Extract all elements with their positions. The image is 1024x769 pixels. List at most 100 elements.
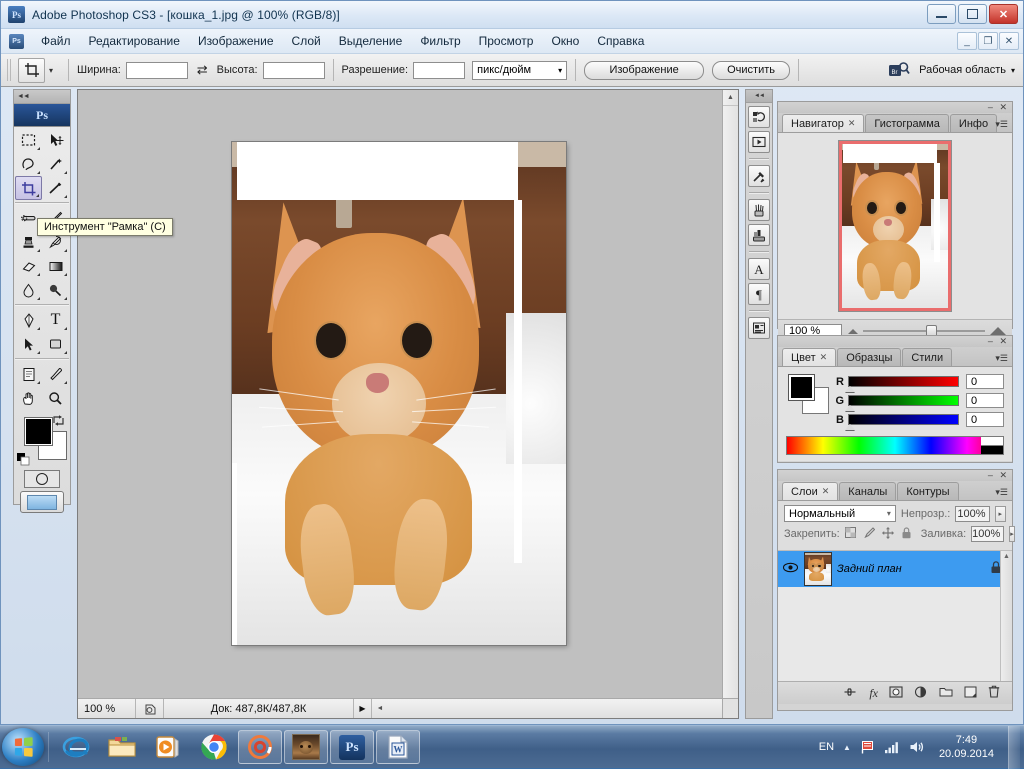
notes-tool[interactable] xyxy=(15,362,42,386)
tab-navigator[interactable]: Навигатор ✕ xyxy=(782,114,865,132)
color-panel-menu-icon[interactable]: ▾☰ xyxy=(995,353,1008,364)
layers-close-button[interactable]: ✕ xyxy=(999,470,1009,480)
default-colors-icon[interactable] xyxy=(17,453,30,466)
delete-layer-icon[interactable] xyxy=(988,685,1000,701)
table-row[interactable]: Задний план xyxy=(778,551,1012,587)
clock[interactable]: 7:49 20.09.2014 xyxy=(934,733,999,761)
foreground-color-swatch[interactable] xyxy=(24,417,53,446)
resize-corner[interactable] xyxy=(722,698,738,718)
chrome-icon[interactable] xyxy=(192,730,236,764)
layer-comps-panel-icon[interactable] xyxy=(748,317,770,339)
paragraph-panel-icon[interactable]: ¶ xyxy=(748,283,770,305)
opacity-stepper[interactable]: ▸ xyxy=(994,505,1006,522)
navigator-panel-menu-icon[interactable]: ▾☰ xyxy=(995,119,1008,130)
green-slider[interactable] xyxy=(845,395,959,411)
document-close-button[interactable]: ✕ xyxy=(999,32,1019,50)
lock-all-icon[interactable] xyxy=(901,526,912,542)
tab-styles[interactable]: Стили xyxy=(902,348,953,366)
width-input[interactable] xyxy=(125,61,188,79)
tab-channels[interactable]: Каналы xyxy=(839,482,897,500)
layer-list-scrollbar[interactable]: ▲ xyxy=(1000,551,1012,681)
character-panel-icon[interactable]: A xyxy=(748,258,770,280)
lock-image-icon[interactable] xyxy=(863,527,876,541)
navigator-preview-area[interactable] xyxy=(778,133,1012,319)
zoom-level-field[interactable]: 100 % xyxy=(78,699,136,718)
navigator-close-button[interactable]: ✕ xyxy=(999,102,1009,112)
layer-thumbnail[interactable] xyxy=(804,552,832,586)
layer-style-icon[interactable]: fx xyxy=(869,686,878,701)
layer-mask-icon[interactable] xyxy=(889,685,903,701)
status-menu-arrow[interactable]: ▶ xyxy=(354,699,372,718)
red-slider[interactable] xyxy=(845,376,959,392)
navigator-zoom-slider[interactable] xyxy=(848,325,1006,339)
volume-speaker-icon[interactable] xyxy=(909,740,925,754)
close-icon[interactable]: ✕ xyxy=(822,486,830,497)
blue-slider[interactable] xyxy=(845,414,959,430)
start-button[interactable] xyxy=(2,728,44,766)
color-foreground-swatch[interactable] xyxy=(788,374,815,401)
move-tool[interactable] xyxy=(42,128,69,152)
dodge-tool[interactable] xyxy=(42,278,69,302)
tab-color[interactable]: Цвет ✕ xyxy=(782,348,837,366)
show-desktop-button[interactable] xyxy=(1008,725,1020,769)
options-bar-grip[interactable] xyxy=(7,59,12,81)
blue-value[interactable]: 0 xyxy=(966,412,1004,427)
file-explorer-icon[interactable] xyxy=(100,730,144,764)
crop-tool[interactable] xyxy=(15,176,42,200)
navigator-thumbnail[interactable] xyxy=(839,141,951,311)
tool-preset-caret-icon[interactable]: ▾ xyxy=(49,66,53,75)
tab-layers[interactable]: Слои ✕ xyxy=(782,482,839,500)
opacity-value[interactable]: 100% xyxy=(955,505,990,522)
scroll-up-arrow[interactable]: ▲ xyxy=(723,90,738,106)
red-value[interactable]: 0 xyxy=(966,374,1004,389)
clone-source-panel-icon[interactable] xyxy=(748,224,770,246)
new-layer-icon[interactable] xyxy=(964,686,977,701)
minimize-button[interactable] xyxy=(927,4,956,24)
dock-grip[interactable]: ◄◄ xyxy=(746,90,772,103)
quick-mask-icon[interactable] xyxy=(24,470,60,488)
rectangle-shape-tool[interactable] xyxy=(42,332,69,356)
lasso-tool[interactable] xyxy=(15,152,42,176)
navigator-minimize-button[interactable]: – xyxy=(988,102,995,112)
screen-mode-icon[interactable] xyxy=(20,491,64,513)
close-icon[interactable]: ✕ xyxy=(848,118,856,129)
front-image-button[interactable]: Изображение xyxy=(584,60,705,80)
menu-help[interactable]: Справка xyxy=(588,31,653,51)
internet-explorer-icon[interactable] xyxy=(54,730,98,764)
canvas-vertical-scrollbar[interactable]: ▲ xyxy=(722,90,738,699)
photoshop-taskbar-icon[interactable]: Ps xyxy=(330,730,374,764)
canvas-area[interactable] xyxy=(78,90,723,699)
menu-select[interactable]: Выделение xyxy=(330,31,412,51)
brushes-panel-icon[interactable] xyxy=(748,199,770,221)
link-layers-icon[interactable] xyxy=(843,687,858,700)
doc-info-icon[interactable] xyxy=(136,699,164,718)
image-canvas[interactable] xyxy=(232,142,566,645)
scroll-left-arrow[interactable]: ◄ xyxy=(372,705,388,712)
crop-tool-icon[interactable] xyxy=(18,57,45,83)
green-value[interactable]: 0 xyxy=(966,393,1004,408)
path-selection-tool[interactable] xyxy=(15,332,42,356)
menu-view[interactable]: Просмотр xyxy=(470,31,543,51)
close-icon[interactable]: ✕ xyxy=(820,352,828,363)
gradient-tool[interactable] xyxy=(42,254,69,278)
hand-tool[interactable] xyxy=(15,386,42,410)
adjustment-layer-icon[interactable] xyxy=(914,685,928,701)
navigator-view-box[interactable] xyxy=(839,141,951,311)
zoom-slider-track[interactable] xyxy=(863,325,985,339)
eye-icon[interactable] xyxy=(782,562,799,576)
network-signal-icon[interactable] xyxy=(884,740,900,754)
marquee-tool[interactable] xyxy=(15,128,42,152)
action-center-icon[interactable] xyxy=(860,740,875,755)
resolution-input[interactable] xyxy=(413,61,466,79)
fill-value[interactable]: 100% xyxy=(971,526,1005,542)
zoom-out-icon[interactable] xyxy=(848,328,858,334)
height-input[interactable] xyxy=(262,61,325,79)
tab-histogram[interactable]: Гистограмма xyxy=(865,114,949,132)
swap-dimensions-icon[interactable]: ⇄ xyxy=(197,62,208,78)
color-minimize-button[interactable]: – xyxy=(988,336,995,346)
slice-tool[interactable] xyxy=(42,176,69,200)
pen-tool[interactable] xyxy=(15,308,42,332)
zoom-in-icon[interactable] xyxy=(990,327,1006,335)
document-minimize-button[interactable]: _ xyxy=(957,32,977,50)
lock-position-icon[interactable] xyxy=(881,526,894,542)
